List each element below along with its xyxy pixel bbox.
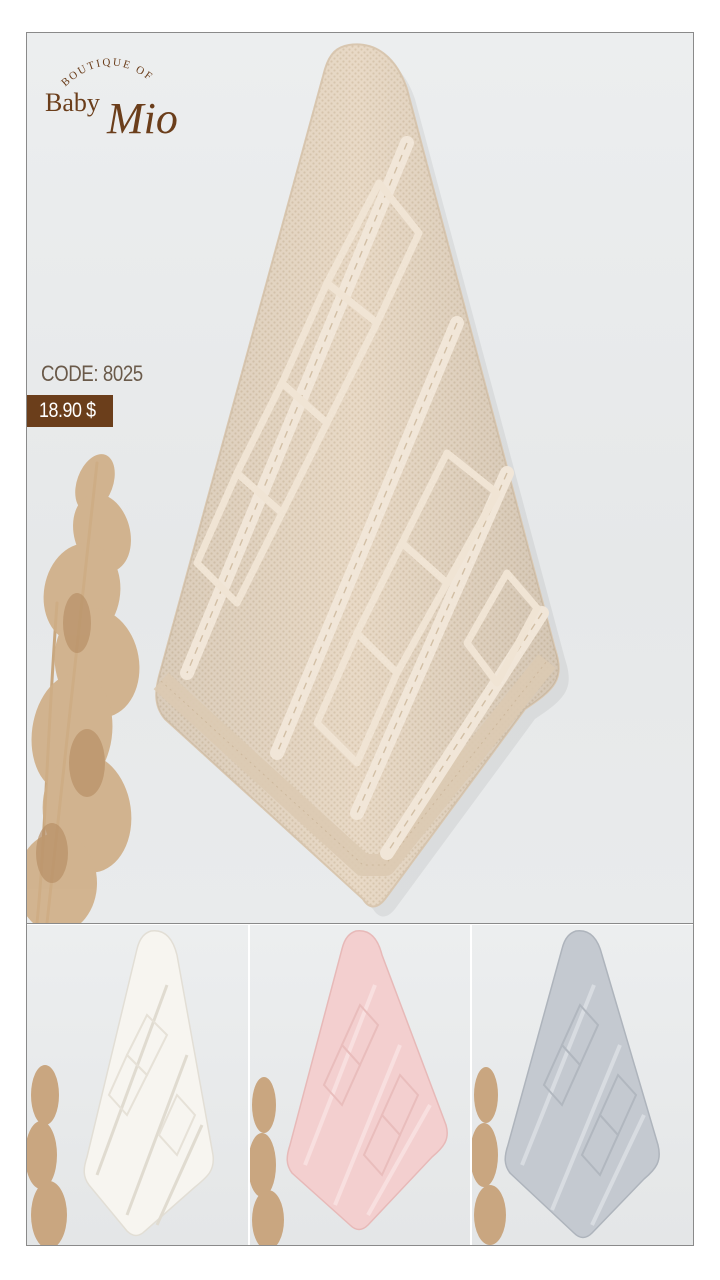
pampas-grass-decoration (27, 454, 140, 923)
price-tag: 18.90 $ (27, 395, 113, 427)
variant-white[interactable] (27, 925, 248, 1245)
color-variants (27, 925, 693, 1245)
price-label: 18.90 $ (39, 399, 96, 422)
product-code: CODE: 8025 (41, 361, 143, 386)
brand-logo: BOUTIQUE OF Baby Mio (41, 47, 181, 139)
brand-name-mio: Mio (106, 94, 178, 139)
svg-text:BOUTIQUE OF: BOUTIQUE OF (59, 56, 156, 89)
hero-product-photo: BOUTIQUE OF Baby Mio CODE: 8025 18.90 $ (27, 33, 693, 924)
catalog-frame: BOUTIQUE OF Baby Mio CODE: 8025 18.90 $ (26, 32, 694, 1246)
variant-grey[interactable] (470, 925, 693, 1245)
brand-name-baby: Baby (45, 88, 100, 117)
brand-tagline: BOUTIQUE OF (59, 56, 154, 89)
variant-pink[interactable] (247, 925, 471, 1245)
